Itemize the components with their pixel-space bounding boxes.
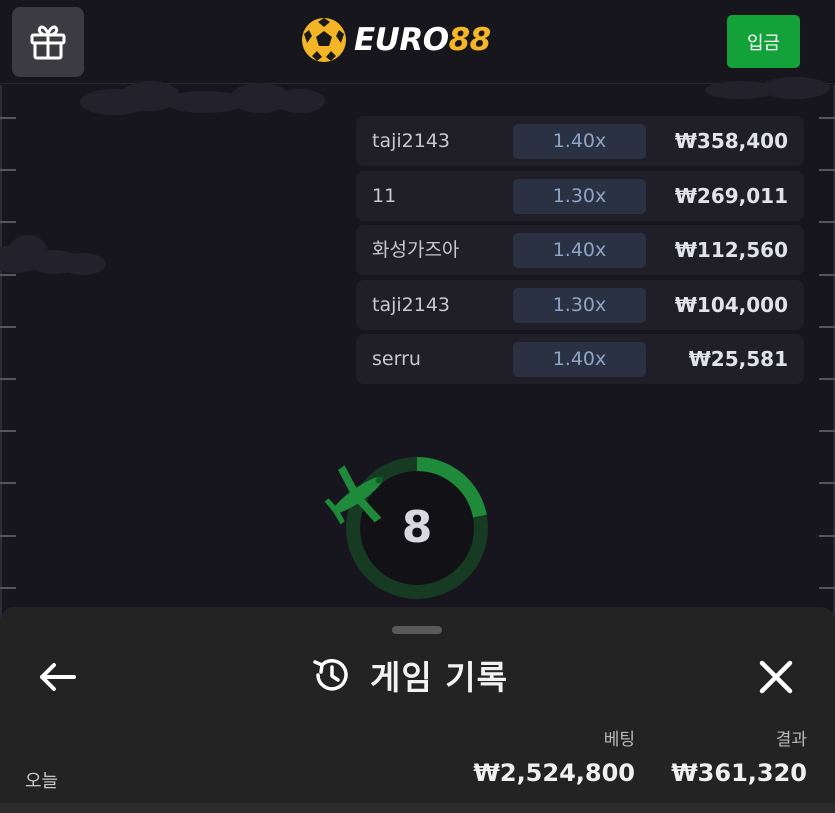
ruler-tick (0, 325, 16, 328)
soccer-ball-icon (302, 18, 346, 62)
ruler-tick (819, 325, 835, 328)
column-header-bet: 베팅 (603, 730, 635, 750)
ruler-tick (819, 534, 835, 537)
ruler-tick (0, 169, 16, 172)
ruler-tick (819, 586, 835, 589)
logo-text: EURO88 (354, 22, 491, 58)
back-button[interactable] (36, 657, 80, 697)
column-header-result: 결과 (775, 730, 807, 750)
history-row-result: ₩361,320 (671, 759, 807, 787)
sheet-title: 게임 기록 (370, 658, 508, 697)
history-row-label: 오늘 (25, 771, 59, 792)
bet-amount: ₩25,581 (688, 347, 788, 372)
ruler-tick (0, 534, 16, 537)
ruler-tick (0, 117, 16, 119)
gift-button[interactable] (12, 7, 84, 77)
ruler-tick (819, 378, 835, 380)
ruler-tick (819, 273, 835, 276)
history-row-bet: ₩2,524,800 (473, 759, 635, 787)
ruler-tick (819, 117, 835, 119)
deposit-button[interactable]: 입금 (727, 15, 800, 68)
ruler-tick (819, 221, 835, 224)
sheet-divider (0, 803, 835, 813)
bet-username: taji2143 (372, 293, 451, 316)
bet-multiplier: 1.40x (513, 124, 646, 159)
ruler-tick (0, 430, 16, 433)
bet-amount: ₩358,400 (674, 129, 788, 153)
close-icon (759, 660, 793, 694)
bet-row: serru 1.40x ₩25,581 (356, 334, 804, 385)
history-icon (313, 659, 348, 691)
game-area: taji2143 1.40x ₩358,400 11 1.30x ₩269,01… (0, 77, 835, 625)
bet-username: serru (372, 348, 421, 371)
game-page: EURO88 입금 taji2143 1.40x ₩358,400 11 1.3… (0, 0, 835, 813)
logo-text-gold: 88 (448, 22, 492, 58)
sheet-drag-handle[interactable] (392, 626, 442, 634)
left-ruler (0, 85, 2, 625)
bet-amount: ₩269,011 (674, 183, 788, 208)
sheet-header: 게임 기록 (310, 649, 508, 701)
ruler-tick (0, 273, 16, 276)
logo-text-white: EURO (354, 22, 449, 58)
bet-amount: ₩104,000 (674, 292, 788, 317)
bet-row: taji2143 1.30x ₩104,000 (356, 279, 804, 330)
bet-username: 11 (372, 184, 397, 207)
bet-row: 화성가즈아 1.40x ₩112,560 (356, 225, 804, 276)
top-header: EURO88 입금 (0, 0, 835, 84)
bet-username: taji2143 (372, 130, 451, 152)
bet-amount: ₩112,560 (674, 238, 788, 263)
bet-multiplier: 1.40x (513, 233, 646, 269)
bet-username: 화성가즈아 (372, 239, 460, 262)
ruler-tick (0, 482, 16, 485)
bet-row: 11 1.30x ₩269,011 (356, 170, 804, 221)
game-history-sheet: 게임 기록 베팅 결과 오늘 ₩2,524,800 ₩361,320 (0, 607, 835, 813)
ruler-tick (0, 586, 16, 589)
arrow-left-icon (40, 663, 76, 691)
close-button[interactable] (754, 655, 798, 699)
live-bets-list: taji2143 1.40x ₩358,400 11 1.30x ₩269,01… (356, 116, 804, 389)
euro88-logo[interactable]: EURO88 (300, 14, 491, 66)
ruler-tick (819, 169, 835, 172)
airplane-icon (324, 465, 383, 525)
ruler-tick (0, 221, 16, 224)
bet-multiplier: 1.30x (513, 178, 646, 214)
ruler-tick (819, 482, 835, 485)
gift-icon (30, 25, 66, 60)
ruler-tick (0, 378, 16, 380)
ruler-tick (819, 430, 835, 433)
bet-multiplier: 1.40x (513, 342, 646, 378)
bet-multiplier: 1.30x (513, 287, 646, 323)
bet-row: taji2143 1.40x ₩358,400 (356, 116, 804, 166)
